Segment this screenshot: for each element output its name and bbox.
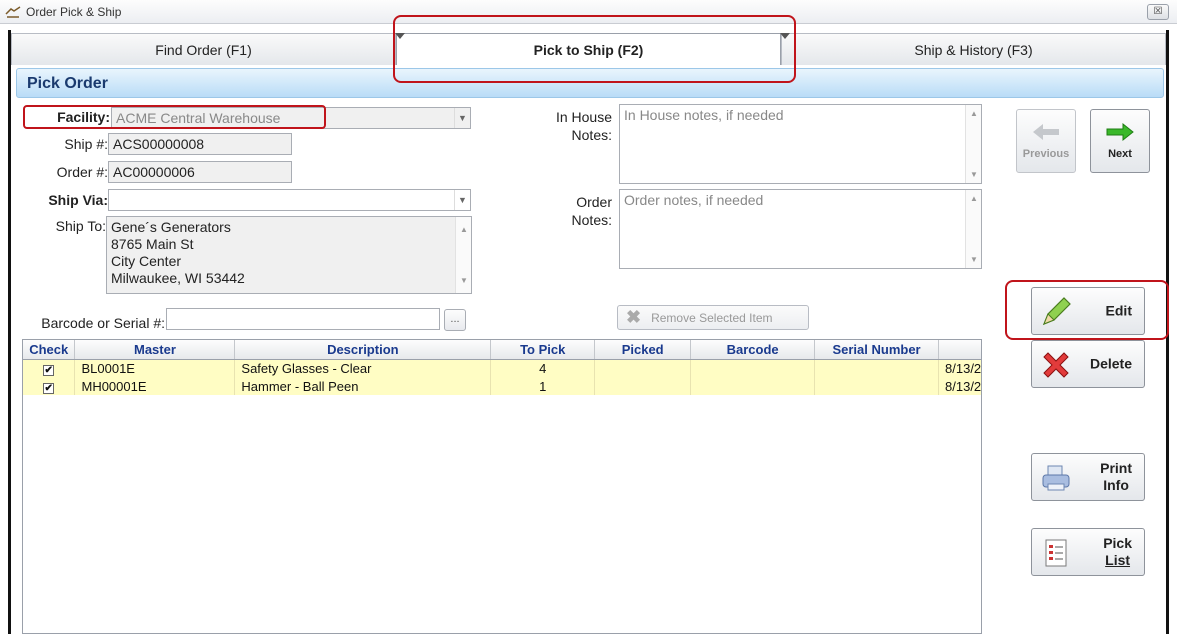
- col-serial-number[interactable]: Serial Number: [814, 340, 940, 360]
- tab-marker: [780, 33, 790, 39]
- inhouse-label-1: In House: [555, 109, 612, 125]
- close-button[interactable]: ☒: [1147, 4, 1169, 20]
- row-check-cell[interactable]: ✔: [23, 359, 76, 377]
- pick-grid: Check Master Description To Pick Picked …: [22, 339, 982, 634]
- section-title: Pick Order: [27, 75, 108, 92]
- facility-select[interactable]: ACME Central Warehouse ▼: [111, 107, 471, 129]
- ship-via-select[interactable]: ▼: [108, 189, 471, 211]
- row-description: Hammer - Ball Peen: [234, 377, 492, 395]
- row-barcode[interactable]: [690, 377, 816, 395]
- row-picked[interactable]: [594, 377, 692, 395]
- row-barcode[interactable]: [690, 359, 816, 377]
- col-to-pick[interactable]: To Pick: [490, 340, 596, 360]
- remove-icon: ✖: [626, 307, 642, 327]
- barcode-label: Barcode or Serial #:: [41, 315, 165, 331]
- title-bar: Order Pick & Ship ☒: [0, 0, 1177, 24]
- ship-to-line: Milwaukee, WI 53442: [111, 270, 245, 286]
- arrow-right-icon: [1106, 122, 1134, 142]
- row-check-cell[interactable]: ✔: [23, 377, 76, 395]
- checkbox[interactable]: ✔: [43, 382, 55, 394]
- tab-marker: [395, 33, 405, 39]
- pick-list-label: Pick List: [1103, 535, 1132, 569]
- edit-button[interactable]: Edit: [1031, 287, 1145, 335]
- tab-pick-to-ship[interactable]: Pick to Ship (F2): [396, 33, 781, 65]
- scrollbar[interactable]: ▲ ▼: [965, 190, 981, 268]
- chevron-down-icon[interactable]: ▼: [454, 190, 470, 210]
- col-master[interactable]: Master: [74, 340, 236, 360]
- inhouse-label-2: Notes:: [571, 127, 612, 143]
- print-info-label-line: Info: [1103, 477, 1129, 493]
- row-picked[interactable]: [594, 359, 692, 377]
- previous-label: Previous: [1022, 148, 1070, 160]
- col-check[interactable]: Check: [23, 340, 76, 360]
- delete-label: Delete: [1089, 355, 1132, 372]
- col-barcode[interactable]: Barcode: [690, 340, 816, 360]
- remove-selected-button[interactable]: ✖ Remove Selected Item: [617, 305, 809, 330]
- remove-label: Remove Selected Item: [651, 310, 773, 325]
- previous-button[interactable]: Previous: [1016, 109, 1076, 173]
- app-icon: [5, 6, 21, 18]
- tab-find-order[interactable]: Find Order (F1): [11, 33, 396, 65]
- printer-icon: [1042, 465, 1070, 491]
- row-to-pick: 1: [490, 377, 596, 395]
- delete-button[interactable]: Delete: [1031, 340, 1145, 388]
- arrow-left-icon: [1033, 124, 1059, 140]
- row-master: BL0001E: [74, 359, 236, 377]
- col-description[interactable]: Description: [234, 340, 492, 360]
- ship-to-field[interactable]: Gene´s Generators 8765 Main St City Cent…: [106, 216, 472, 294]
- chevron-down-icon[interactable]: ▼: [454, 108, 470, 128]
- row-serial[interactable]: [814, 359, 940, 377]
- scrollbar[interactable]: ▲ ▼: [455, 217, 471, 293]
- order-notes-field[interactable]: Order notes, if needed ▲ ▼: [619, 189, 982, 269]
- tab-ship-history[interactable]: Ship & History (F3): [781, 33, 1166, 65]
- section-header: Pick Order: [16, 68, 1164, 98]
- table-row[interactable]: ✔ MH00001E Hammer - Ball Peen 1 8/13/2: [23, 377, 981, 395]
- pick-list-label-line: Pick: [1103, 535, 1132, 551]
- edit-label: Edit: [1105, 302, 1132, 319]
- scrollbar[interactable]: ▲ ▼: [965, 105, 981, 183]
- checklist-icon: [1045, 539, 1067, 567]
- ship-no-field[interactable]: ACS00000008: [108, 133, 292, 155]
- ship-to-line: Gene´s Generators: [111, 219, 231, 235]
- facility-label: Facility:: [57, 109, 110, 125]
- col-picked[interactable]: Picked: [594, 340, 692, 360]
- pencil-icon: [1042, 297, 1071, 326]
- print-info-label: Print Info: [1100, 460, 1132, 494]
- ship-to-line: City Center: [111, 253, 182, 269]
- order-no-label: Order #:: [56, 164, 108, 180]
- row-serial[interactable]: [814, 377, 940, 395]
- grid-header-row: Check Master Description To Pick Picked …: [23, 340, 981, 360]
- pick-list-label-line: List: [1105, 552, 1131, 568]
- ship-no-label: Ship #:: [64, 136, 108, 152]
- order-notes-placeholder: Order notes, if needed: [624, 192, 764, 208]
- delete-x-icon: [1043, 352, 1069, 378]
- print-info-button[interactable]: Print Info: [1031, 453, 1145, 501]
- inhouse-notes-field[interactable]: In House notes, if needed ▲ ▼: [619, 104, 982, 184]
- row-to-pick: 4: [490, 359, 596, 377]
- row-description: Safety Glasses - Clear: [234, 359, 492, 377]
- checkbox[interactable]: ✔: [43, 364, 55, 376]
- row-re: 8/13/2: [938, 377, 981, 395]
- facility-value: ACME Central Warehouse: [116, 110, 281, 126]
- print-info-label-line: Print: [1100, 460, 1132, 476]
- col-re[interactable]: Re: [938, 340, 981, 360]
- inhouse-notes-placeholder: In House notes, if needed: [624, 107, 784, 123]
- ship-to-label: Ship To:: [55, 218, 106, 234]
- row-master: MH00001E: [74, 377, 236, 395]
- window-title: Order Pick & Ship: [26, 5, 122, 19]
- barcode-input[interactable]: [166, 308, 440, 330]
- browse-button[interactable]: ...: [444, 309, 466, 331]
- table-row[interactable]: ✔ BL0001E Safety Glasses - Clear 4 8/13/…: [23, 359, 981, 377]
- order-notes-label-1: Order: [576, 194, 612, 210]
- next-label: Next: [1108, 148, 1132, 160]
- order-no-field[interactable]: AC00000006: [108, 161, 292, 183]
- tab-bar: Find Order (F1) Pick to Ship (F2) Ship &…: [11, 33, 1166, 65]
- row-re: 8/13/2: [938, 359, 981, 377]
- order-notes-label-2: Notes:: [571, 212, 612, 228]
- ship-to-line: 8765 Main St: [111, 236, 194, 252]
- ship-via-label: Ship Via:: [48, 192, 108, 208]
- pick-list-button[interactable]: Pick List: [1031, 528, 1145, 576]
- next-button[interactable]: Next: [1090, 109, 1150, 173]
